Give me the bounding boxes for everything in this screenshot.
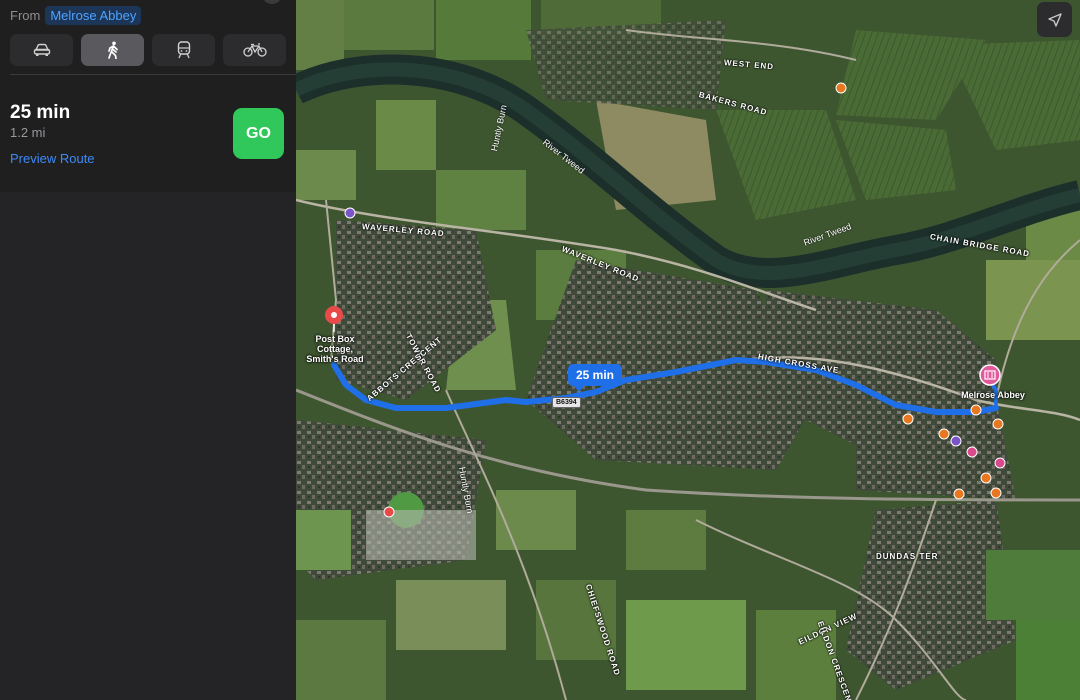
directions-panel: From Melrose Abbey 25 min 1.2 mi Preview… — [0, 0, 296, 700]
walk-mode-button[interactable] — [81, 34, 144, 66]
satellite-map[interactable]: WAVERLEY ROAD WAVERLEY ROAD HIGH CROSS A… — [296, 0, 1080, 700]
panel-empty-area — [0, 192, 296, 700]
cycle-mode-button[interactable] — [223, 34, 286, 66]
location-arrow-icon — [1047, 12, 1062, 27]
route-time-callout[interactable]: 25 min — [568, 364, 623, 392]
origin-marker[interactable] — [979, 364, 1001, 386]
transit-mode-button[interactable] — [152, 34, 215, 66]
from-place-chip[interactable]: Melrose Abbey — [45, 6, 142, 25]
route-distance: 1.2 mi — [10, 125, 46, 140]
panel-divider — [10, 74, 296, 75]
drive-mode-button[interactable] — [10, 34, 73, 66]
current-location-button[interactable] — [1037, 2, 1072, 37]
walk-icon — [107, 41, 118, 59]
destination-label: Post Box Cottage, Smith's Road — [306, 334, 364, 364]
go-button[interactable]: GO — [233, 108, 284, 159]
from-row: From Melrose Abbey — [10, 6, 142, 25]
train-icon — [177, 41, 190, 59]
car-icon — [33, 43, 50, 56]
bicycle-icon — [242, 43, 267, 57]
transport-mode-selector — [10, 34, 286, 66]
panel-close-icon[interactable] — [262, 0, 282, 4]
origin-label: Melrose Abbey — [961, 390, 1025, 400]
road-label: DUNDAS TER — [876, 552, 939, 561]
route-duration: 25 min — [10, 102, 71, 123]
preview-route-link[interactable]: Preview Route — [10, 151, 95, 166]
from-label: From — [10, 8, 41, 23]
road-shield: B6394 — [552, 397, 581, 408]
